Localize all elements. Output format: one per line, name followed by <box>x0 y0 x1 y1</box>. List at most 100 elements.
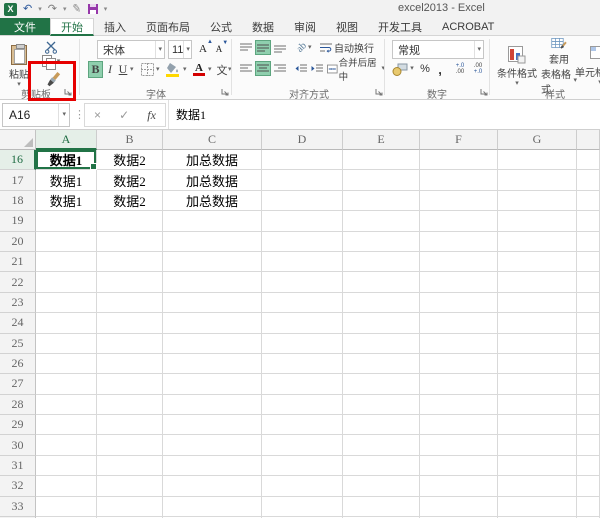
cell-D26[interactable] <box>262 353 343 375</box>
cell-E23[interactable] <box>343 292 420 314</box>
row-header-24[interactable]: 24 <box>0 313 36 334</box>
cell-D21[interactable] <box>262 251 343 273</box>
cell-B16[interactable]: 数据2 <box>97 150 163 171</box>
cell-A25[interactable] <box>36 333 97 354</box>
tab-file[interactable]: 文件 <box>0 18 50 35</box>
cell-F20[interactable] <box>420 231 498 252</box>
cell-F33[interactable] <box>420 496 498 518</box>
underline-button[interactable]: U <box>117 61 129 78</box>
cell-partial-19[interactable] <box>577 211 600 232</box>
align-left-button[interactable] <box>238 61 254 76</box>
font-color-dropdown-icon[interactable]: ▾ <box>208 66 212 73</box>
name-box[interactable]: A16 ▾ <box>2 103 70 127</box>
cell-E26[interactable] <box>343 353 420 375</box>
cell-C16[interactable]: 加总数据 <box>163 150 262 171</box>
cell-C30[interactable] <box>163 435 262 456</box>
cell-C24[interactable] <box>163 313 262 334</box>
cell-G18[interactable] <box>498 190 577 212</box>
cell-D22[interactable] <box>262 272 343 293</box>
column-header-G[interactable]: G <box>498 130 577 150</box>
column-header-partial[interactable] <box>577 130 600 150</box>
cell-F18[interactable] <box>420 190 498 212</box>
cell-E17[interactable] <box>343 170 420 191</box>
column-header-E[interactable]: E <box>343 130 420 150</box>
tab-review[interactable]: 审阅 <box>284 18 326 35</box>
select-all-corner[interactable] <box>0 130 36 150</box>
align-center-button[interactable] <box>255 61 271 76</box>
cell-C20[interactable] <box>163 231 262 252</box>
row-header-33[interactable]: 33 <box>0 496 36 518</box>
formula-input[interactable]: 数据1 <box>176 106 206 123</box>
cell-C25[interactable] <box>163 333 262 354</box>
row-header-28[interactable]: 28 <box>0 394 36 416</box>
cell-A16[interactable]: 数据1 <box>36 150 97 171</box>
cell-B30[interactable] <box>97 435 163 456</box>
cell-E16[interactable] <box>343 150 420 171</box>
cell-A18[interactable]: 数据1 <box>36 190 97 212</box>
cell-E28[interactable] <box>343 394 420 416</box>
cell-E33[interactable] <box>343 496 420 518</box>
cell-F32[interactable] <box>420 476 498 497</box>
cell-C28[interactable] <box>163 394 262 416</box>
row-header-16[interactable]: 16 <box>0 150 36 171</box>
insert-function-button[interactable]: fx <box>147 108 156 123</box>
cell-A32[interactable] <box>36 476 97 497</box>
cell-E25[interactable] <box>343 333 420 354</box>
row-header-17[interactable]: 17 <box>0 170 36 191</box>
row-header-27[interactable]: 27 <box>0 374 36 395</box>
cell-partial-27[interactable] <box>577 374 600 395</box>
cell-D32[interactable] <box>262 476 343 497</box>
cell-G17[interactable] <box>498 170 577 191</box>
increase-font-size-button[interactable]: A ▲ <box>196 39 213 57</box>
cell-B24[interactable] <box>97 313 163 334</box>
number-dialog-launcher-icon[interactable] <box>480 88 488 96</box>
cell-F31[interactable] <box>420 455 498 477</box>
cell-E20[interactable] <box>343 231 420 252</box>
cell-partial-23[interactable] <box>577 292 600 314</box>
cell-F22[interactable] <box>420 272 498 293</box>
row-header-31[interactable]: 31 <box>0 455 36 477</box>
cell-F27[interactable] <box>420 374 498 395</box>
cell-C29[interactable] <box>163 415 262 436</box>
cell-B31[interactable] <box>97 455 163 477</box>
cell-G24[interactable] <box>498 313 577 334</box>
cell-A30[interactable] <box>36 435 97 456</box>
cell-G31[interactable] <box>498 455 577 477</box>
percent-style-button[interactable]: % <box>418 61 432 77</box>
cell-partial-22[interactable] <box>577 272 600 293</box>
cell-F16[interactable] <box>420 150 498 171</box>
tab-view[interactable]: 视图 <box>326 18 368 35</box>
fill-color-dropdown-icon[interactable]: ▾ <box>183 66 187 73</box>
cell-A24[interactable] <box>36 313 97 334</box>
cell-E22[interactable] <box>343 272 420 293</box>
qat-more-icon[interactable]: ▾ <box>104 5 108 13</box>
column-header-B[interactable]: B <box>97 130 163 150</box>
increase-decimal-button[interactable]: +.0 .00 <box>452 61 468 77</box>
cell-partial-33[interactable] <box>577 496 600 518</box>
cell-B32[interactable] <box>97 476 163 497</box>
column-header-C[interactable]: C <box>163 130 262 150</box>
font-color-button[interactable]: A <box>191 61 207 78</box>
cell-C33[interactable] <box>163 496 262 518</box>
wrap-text-button[interactable]: 自动换行 <box>320 40 384 55</box>
cell-E27[interactable] <box>343 374 420 395</box>
cell-G27[interactable] <box>498 374 577 395</box>
tab-page-layout[interactable]: 页面布局 <box>136 18 200 35</box>
cut-button[interactable] <box>40 40 62 54</box>
cell-G30[interactable] <box>498 435 577 456</box>
cell-A26[interactable] <box>36 353 97 375</box>
cell-F28[interactable] <box>420 394 498 416</box>
cell-A33[interactable] <box>36 496 97 518</box>
cell-F30[interactable] <box>420 435 498 456</box>
cell-C21[interactable] <box>163 251 262 273</box>
cell-B23[interactable] <box>97 292 163 314</box>
cell-A29[interactable] <box>36 415 97 436</box>
cell-F23[interactable] <box>420 292 498 314</box>
cell-G21[interactable] <box>498 251 577 273</box>
cell-partial-29[interactable] <box>577 415 600 436</box>
row-header-25[interactable]: 25 <box>0 333 36 354</box>
cell-D18[interactable] <box>262 190 343 212</box>
cell-E30[interactable] <box>343 435 420 456</box>
comma-style-button[interactable]: , <box>434 61 446 77</box>
cell-B21[interactable] <box>97 251 163 273</box>
